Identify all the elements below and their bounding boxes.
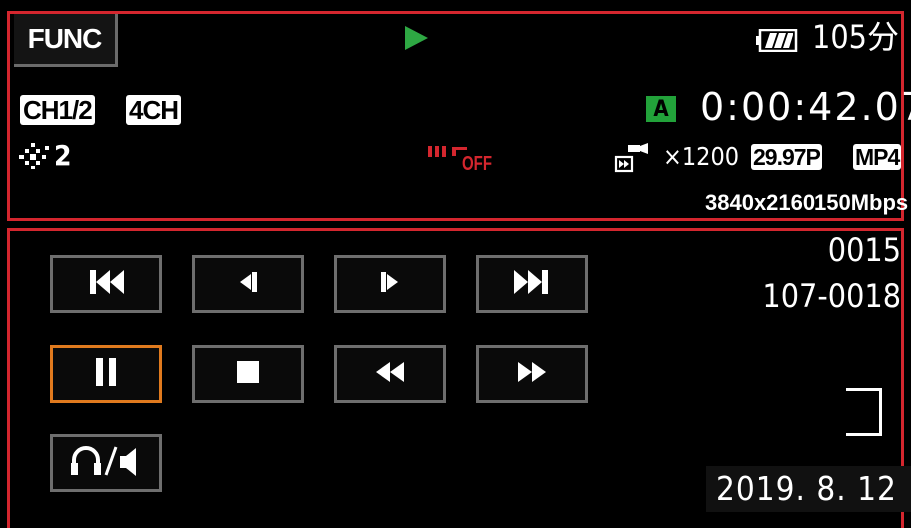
image-stabilizer-icon: [17, 140, 53, 174]
play-triangle-icon: [402, 24, 430, 56]
audio-mode-badge: 4CH: [126, 95, 182, 125]
skip-previous-icon: [86, 267, 126, 301]
skip-next-icon: [512, 267, 552, 301]
battery-icon: [756, 28, 798, 53]
bitrate-text: 150Mbps: [814, 190, 909, 215]
fast-rewind-icon: [373, 359, 407, 389]
fast-forward-icon: [515, 359, 549, 389]
frame-advance-icon: [375, 269, 405, 299]
rewind-button[interactable]: [334, 345, 446, 403]
frame-forward-button[interactable]: [334, 255, 446, 313]
media-slot-badge: A: [646, 96, 676, 122]
folder-file-number: 107-0018: [762, 277, 901, 315]
audio-channel-badge: CH1/2: [20, 95, 95, 125]
frame-back-button[interactable]: [192, 255, 304, 313]
func-button[interactable]: FUNC: [14, 14, 118, 67]
clip-number: 0015: [827, 231, 901, 269]
resolution-text: 3840x2160: [705, 190, 816, 215]
stop-icon: [234, 358, 262, 390]
stop-button[interactable]: [192, 345, 304, 403]
frame-reverse-icon: [233, 269, 263, 299]
pause-icon: [91, 356, 121, 392]
timecode-display: 0:00:42.07: [700, 85, 911, 129]
scroll-bracket-icon: [846, 388, 882, 436]
skip-to-end-button[interactable]: [476, 255, 588, 313]
svg-text:OFF: OFF: [462, 153, 492, 173]
pause-button[interactable]: [50, 345, 162, 403]
recording-date: 2019. 8. 12: [706, 466, 911, 512]
battery-remaining-text: 105分: [812, 18, 899, 56]
headphone-speaker-icon: [68, 443, 144, 483]
wind-screen-off-icon: OFF: [426, 143, 496, 177]
headphone-speaker-volume-button[interactable]: [50, 434, 162, 492]
skip-to-start-button[interactable]: [50, 255, 162, 313]
fast-forward-button[interactable]: [476, 345, 588, 403]
playback-speed-text: ×1200: [663, 142, 740, 171]
file-format-badge: MP4: [853, 144, 902, 170]
frame-rate-badge: 29.97P: [751, 144, 822, 170]
slow-motion-playback-icon: [614, 143, 652, 177]
shots-count: 2: [54, 139, 72, 172]
